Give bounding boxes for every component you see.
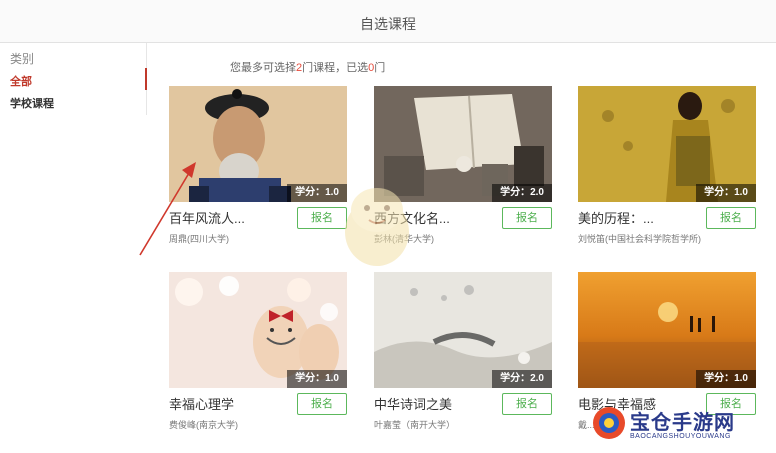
page-title: 自选课程 <box>360 16 416 32</box>
credit-badge: 学分：1.0 <box>696 370 756 388</box>
credit-badge: 学分：1.0 <box>696 184 756 202</box>
course-teacher: 刘悦笛(中国社会科学院哲学所) <box>578 234 701 244</box>
credit-badge: 学分：1.0 <box>287 370 347 388</box>
course-title[interactable]: 幸福心理学 <box>169 394 234 413</box>
enroll-button[interactable]: 报名 <box>502 393 552 415</box>
sidebar-item-school-courses[interactable]: 学校课程 <box>10 95 54 111</box>
header: 自选课程 <box>0 0 776 43</box>
course-thumbnail[interactable]: 学分：1.0 <box>169 86 347 202</box>
course-thumbnail[interactable]: 学分：2.0 <box>374 272 552 388</box>
course-teacher: 费俊峰(南京大学) <box>169 420 238 430</box>
watermark-name: 宝仓手游网 <box>630 410 735 434</box>
credit-badge: 学分：2.0 <box>492 370 552 388</box>
enroll-button[interactable]: 报名 <box>297 393 347 415</box>
selection-notice: 您最多可选择2门课程，已选0门 <box>230 62 386 74</box>
course-title[interactable]: 美的历程：... <box>578 208 654 227</box>
course-teacher: 叶嘉莹（南开大学） <box>374 420 456 430</box>
category-heading: 类别 <box>10 52 35 66</box>
course-title[interactable]: 百年风流人... <box>169 208 245 227</box>
course-teacher: 周鼎(四川大学) <box>169 234 229 244</box>
watermark-sub: BAOCANGSHOUYOUWANG <box>630 433 731 440</box>
course-card[interactable]: 学分：1.0 百年风流人... 周鼎(四川大学) 报名 <box>169 86 347 246</box>
site-watermark: 宝仓手游网 BAOCANGSHOUYOUWANG <box>590 400 770 450</box>
course-card[interactable]: 学分：1.0 美的历程：... 刘悦笛(中国社会科学院哲学所) 报名 <box>578 86 756 246</box>
sidebar-item-all[interactable]: 全部 <box>10 73 32 89</box>
course-card[interactable]: 学分：1.0 幸福心理学 费俊峰(南京大学) 报名 <box>169 272 347 432</box>
mascot-overlay-icon <box>345 188 409 266</box>
watermark-logo-icon <box>593 407 625 439</box>
course-thumbnail[interactable]: 学分：1.0 <box>169 272 347 388</box>
enroll-button[interactable]: 报名 <box>502 207 552 229</box>
enroll-button[interactable]: 报名 <box>706 207 756 229</box>
credit-badge: 学分：2.0 <box>492 184 552 202</box>
course-thumbnail[interactable]: 学分：1.0 <box>578 272 756 388</box>
active-indicator <box>145 68 147 90</box>
course-title[interactable]: 中华诗词之美 <box>374 394 452 413</box>
course-card[interactable]: 学分：2.0 中华诗词之美 叶嘉莹（南开大学） 报名 <box>374 272 552 432</box>
category-sidebar: 类别 全部 学校课程 <box>0 43 147 115</box>
course-thumbnail[interactable]: 学分：1.0 <box>578 86 756 202</box>
